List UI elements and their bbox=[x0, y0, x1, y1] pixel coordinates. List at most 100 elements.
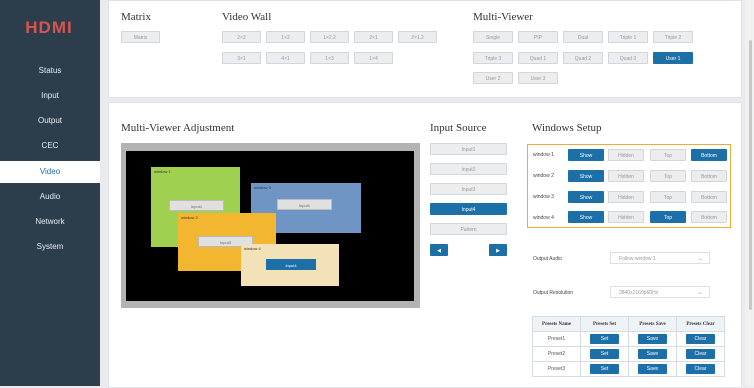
mv-dual-button[interactable]: Dual bbox=[563, 31, 603, 43]
ws1-show-button[interactable]: Show bbox=[568, 149, 604, 161]
wall-2x1-button[interactable]: 2×1 bbox=[354, 31, 393, 43]
output-resolution-select[interactable]: 3840x2160p60Hz ⌄ bbox=[610, 286, 710, 298]
source-input1-button[interactable]: Input1 bbox=[430, 143, 507, 155]
window-preview: window 1 Input1 window 3 Input1 window 2… bbox=[121, 143, 420, 308]
multi-viewer-title: Multi-Viewer bbox=[473, 11, 533, 23]
window-3-input: Input1 bbox=[277, 199, 332, 210]
preset-clear-button[interactable]: Clear bbox=[686, 349, 715, 359]
input-source-title: Input Source bbox=[430, 122, 487, 134]
adjust-title: Multi-Viewer Adjustment bbox=[121, 122, 235, 134]
output-resolution-value: 3840x2160p60Hz bbox=[619, 290, 659, 296]
presets-table: Presets Name Presets Set Presets Save Pr… bbox=[532, 316, 725, 377]
ws-row3-label: window 3 bbox=[533, 194, 554, 200]
ws3-hidden-button[interactable]: Hidden bbox=[608, 191, 644, 203]
wall-1x2-2-button[interactable]: 1×2.2 bbox=[310, 31, 349, 43]
sidebar-item-output[interactable]: Output bbox=[0, 110, 100, 132]
ws2-bottom-button[interactable]: Bottom bbox=[691, 170, 727, 182]
mode-card bbox=[108, 0, 742, 98]
source-input2-button[interactable]: Input2 bbox=[430, 163, 507, 175]
wall-3x1-button[interactable]: 3×1 bbox=[222, 52, 261, 64]
ws-row4-label: window 4 bbox=[533, 215, 554, 221]
wall-1x2-button[interactable]: 1×2 bbox=[266, 31, 305, 43]
ws2-top-button[interactable]: Top bbox=[650, 170, 686, 182]
ws4-hidden-button[interactable]: Hidden bbox=[608, 211, 644, 223]
wall-2x1-2-button[interactable]: 2×1.2 bbox=[398, 31, 437, 43]
sidebar-item-audio[interactable]: Audio bbox=[0, 186, 100, 208]
preset-name: Preset3 bbox=[532, 361, 581, 377]
window-3-label: window 3 bbox=[254, 185, 271, 190]
mv-quad2-button[interactable]: Quad 2 bbox=[563, 52, 603, 64]
output-audio-select[interactable]: Follow window 1 ⌄ bbox=[610, 252, 710, 264]
preset-set-button[interactable]: Set bbox=[590, 334, 619, 344]
ws2-hidden-button[interactable]: Hidden bbox=[608, 170, 644, 182]
preset-save-button[interactable]: Save bbox=[638, 349, 667, 359]
mv-quad1-button[interactable]: Quad 1 bbox=[518, 52, 558, 64]
scrollbar-thumb[interactable] bbox=[749, 40, 752, 310]
ws3-top-button[interactable]: Top bbox=[650, 191, 686, 203]
table-row: Preset2 Set Save Clear bbox=[532, 346, 725, 362]
mv-quad3-button[interactable]: Quad 3 bbox=[608, 52, 648, 64]
preset-name: Preset1 bbox=[532, 331, 581, 347]
table-row: Preset3 Set Save Clear bbox=[532, 361, 725, 377]
mv-user3-button[interactable]: User 3 bbox=[518, 72, 558, 84]
mv-pip-button[interactable]: PIP bbox=[518, 31, 558, 43]
sidebar-item-cec[interactable]: CEC bbox=[0, 135, 100, 157]
preset-set-button[interactable]: Set bbox=[590, 364, 619, 374]
matrix-button[interactable]: Matrix bbox=[121, 31, 160, 43]
wall-2x2-button[interactable]: 2×2 bbox=[222, 31, 261, 43]
mv-triple2-button[interactable]: Triple 2 bbox=[653, 31, 693, 43]
ws4-bottom-button[interactable]: Bottom bbox=[691, 211, 727, 223]
preset-clear-button[interactable]: Clear bbox=[686, 364, 715, 374]
source-input3-button[interactable]: Input3 bbox=[430, 183, 507, 195]
ws1-bottom-button[interactable]: Bottom bbox=[691, 149, 727, 161]
chevron-down-icon: ⌄ bbox=[697, 256, 703, 262]
ws3-show-button[interactable]: Show bbox=[568, 191, 604, 203]
prev-arrow-icon[interactable]: ◀ bbox=[430, 244, 448, 256]
table-row: Preset1 Set Save Clear bbox=[532, 331, 725, 347]
preset-save-button[interactable]: Save bbox=[638, 364, 667, 374]
ws3-bottom-button[interactable]: Bottom bbox=[691, 191, 727, 203]
window-4-input: Input4 bbox=[266, 259, 316, 270]
wall-4x1-button[interactable]: 4×1 bbox=[266, 52, 305, 64]
next-arrow-icon[interactable]: ▶ bbox=[489, 244, 507, 256]
window-1-label: window 1 bbox=[154, 169, 171, 174]
sidebar-item-video[interactable]: Video bbox=[0, 161, 100, 183]
source-pattern-button[interactable]: Pattern bbox=[430, 223, 507, 235]
mv-user1-button[interactable]: User 1 bbox=[653, 52, 693, 64]
output-audio-label: Output Audio bbox=[533, 256, 562, 262]
sidebar-item-status[interactable]: Status bbox=[0, 60, 100, 82]
ws-row1-label: window 1 bbox=[533, 152, 554, 158]
video-wall-title: Video Wall bbox=[222, 11, 272, 23]
ws1-top-button[interactable]: Top bbox=[650, 149, 686, 161]
mv-single-button[interactable]: Single bbox=[473, 31, 513, 43]
col-presets-name: Presets Name bbox=[532, 316, 581, 332]
windows-setup-title: Windows Setup bbox=[532, 122, 602, 134]
logo-text: HDMI bbox=[25, 18, 72, 37]
preset-name: Preset2 bbox=[532, 346, 581, 362]
sidebar-item-system[interactable]: System bbox=[0, 236, 100, 258]
wall-1x4-button[interactable]: 1×4 bbox=[354, 52, 393, 64]
hdmi-logo: HDMI bbox=[16, 17, 82, 37]
mv-triple1-button[interactable]: Triple 1 bbox=[608, 31, 648, 43]
window-4-label: window 4 bbox=[244, 246, 261, 251]
chevron-down-icon: ⌄ bbox=[697, 290, 703, 296]
ws1-hidden-button[interactable]: Hidden bbox=[608, 149, 644, 161]
mv-user2-button[interactable]: User 2 bbox=[473, 72, 513, 84]
preset-save-button[interactable]: Save bbox=[638, 334, 667, 344]
preset-set-button[interactable]: Set bbox=[590, 349, 619, 359]
sidebar: HDMI Status Input Output CEC Video Audio… bbox=[0, 0, 100, 386]
preset-clear-button[interactable]: Clear bbox=[686, 334, 715, 344]
window-2-label: window 2 bbox=[181, 215, 198, 220]
source-input4-button[interactable]: Input4 bbox=[430, 203, 507, 215]
sidebar-item-network[interactable]: Network bbox=[0, 211, 100, 233]
col-presets-save: Presets Save bbox=[628, 316, 677, 332]
presets-header-row: Presets Name Presets Set Presets Save Pr… bbox=[532, 316, 725, 332]
ws4-top-button[interactable]: Top bbox=[650, 211, 686, 223]
col-presets-set: Presets Set bbox=[580, 316, 629, 332]
wall-1x3-button[interactable]: 1×3 bbox=[310, 52, 349, 64]
sidebar-item-input[interactable]: Input bbox=[0, 85, 100, 107]
preview-window-4[interactable]: window 4 Input4 bbox=[241, 244, 339, 286]
ws4-show-button[interactable]: Show bbox=[568, 211, 604, 223]
ws2-show-button[interactable]: Show bbox=[568, 170, 604, 182]
mv-triple3-button[interactable]: Triple 3 bbox=[473, 52, 513, 64]
